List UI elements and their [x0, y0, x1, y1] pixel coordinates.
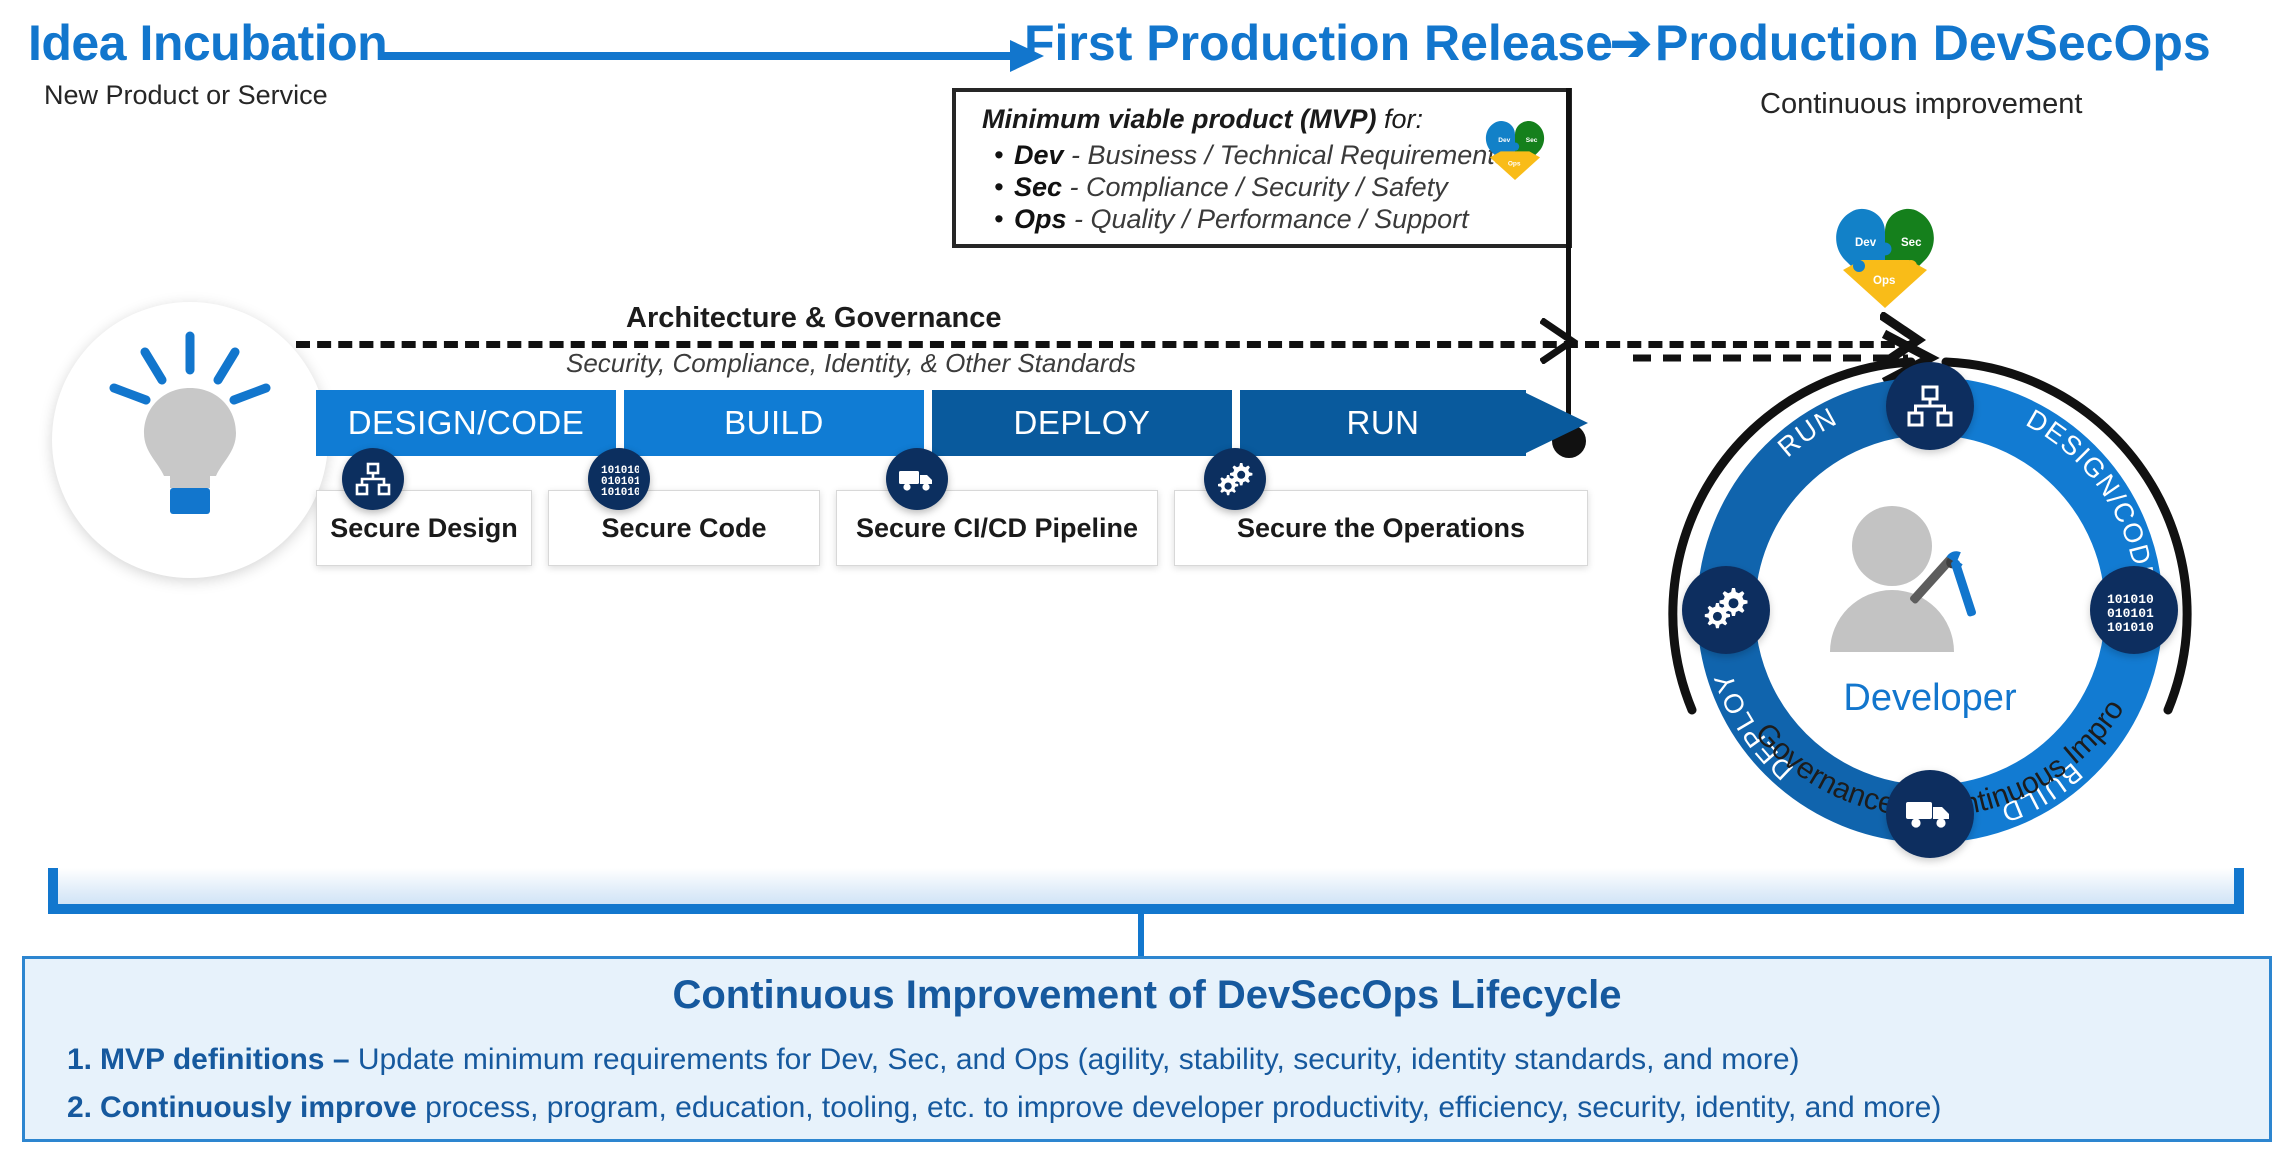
- wheel-binary-code-icon: 101010 010101 101010: [2107, 592, 2154, 635]
- svg-text:101010: 101010: [2107, 620, 2154, 635]
- secure-design-box[interactable]: Secure Design: [316, 490, 532, 566]
- header-arrow-glyph-icon: ➔: [1610, 15, 1652, 71]
- page-title-idea-incubation: Idea Incubation: [28, 15, 388, 71]
- bracket-right-cap: [2234, 868, 2244, 914]
- pipeline-arrow-tip-icon: [1520, 390, 1588, 456]
- svg-text:Sec: Sec: [1526, 137, 1538, 144]
- bracket-base-line: [48, 904, 2244, 914]
- page-title-first-production-release: First Production Release: [1024, 15, 1614, 71]
- panel-list-item: 2. Continuously improve process, program,…: [67, 1091, 1941, 1125]
- bullet-icon: •: [994, 204, 1004, 234]
- devsecops-heart-puzzle-icon: Dev Sec Ops: [1824, 204, 1946, 308]
- svg-text:010101: 010101: [2107, 606, 2154, 621]
- pipeline-stage-deploy[interactable]: DEPLOY: [932, 390, 1232, 456]
- mvp-list-item: • Dev - Business / Technical Requirements: [994, 140, 1508, 171]
- mvp-list-item: • Ops - Quality / Performance / Support: [994, 204, 1469, 235]
- bracket-connector-stem: [1138, 914, 1144, 958]
- heart-dev-label: Dev: [1855, 237, 1877, 249]
- page-title-production-devsecops: Production DevSecOps: [1655, 15, 2211, 71]
- heart-sec-label: Sec: [1901, 237, 1922, 249]
- secure-code-box[interactable]: Secure Code: [548, 490, 820, 566]
- list-number: 2.: [67, 1091, 93, 1124]
- delivery-truck-icon: [886, 448, 948, 510]
- pipeline-stage-bar: DESIGN/CODE BUILD DEPLOY RUN: [316, 390, 1588, 456]
- bullet-icon: •: [994, 140, 1004, 170]
- subtitle-continuous-improvement: Continuous improvement: [1760, 88, 2083, 120]
- subtitle-new-product-or-service: New Product or Service: [44, 80, 328, 110]
- list-number: 1.: [67, 1043, 93, 1076]
- mvp-item-term: Sec: [1014, 172, 1063, 202]
- devsecops-heart-puzzle-icon-small: Dev Sec Ops: [1478, 118, 1552, 180]
- svg-text:101010: 101010: [601, 487, 639, 496]
- mvp-item-desc: - Business / Technical Requirements: [1063, 140, 1509, 170]
- gears-icon: [1204, 448, 1266, 510]
- sitemap-icon: [342, 448, 404, 510]
- continuous-improvement-panel: Continuous Improvement of DevSecOps Life…: [22, 956, 2272, 1142]
- bullet-icon: •: [994, 172, 1004, 202]
- svg-text:Ops: Ops: [1508, 161, 1521, 168]
- governance-title: Architecture & Governance: [626, 302, 1002, 334]
- header-arrow-line: [384, 52, 1018, 60]
- mvp-item-desc: - Compliance / Security / Safety: [1062, 172, 1448, 202]
- governance-arrow-head-icon: [1539, 317, 1584, 365]
- mvp-title: Minimum viable product (MVP) for:: [982, 104, 1423, 135]
- panel-title: Continuous Improvement of DevSecOps Life…: [672, 973, 1622, 1017]
- summary-bracket: [48, 868, 2244, 914]
- binary-code-icon: 101010 010101 101010: [588, 448, 650, 510]
- mvp-item-term: Ops: [1014, 204, 1067, 234]
- lightbulb-icon: [100, 330, 280, 520]
- list-item-bold: Continuously improve: [100, 1091, 426, 1124]
- list-item-bold: MVP definitions –: [100, 1043, 358, 1076]
- mvp-item-term: Dev: [1014, 140, 1064, 170]
- mvp-list-item: • Sec - Compliance / Security / Safety: [994, 172, 1448, 203]
- svg-text:101010: 101010: [2107, 592, 2154, 607]
- svg-text:Dev: Dev: [1498, 137, 1510, 144]
- mvp-item-desc: - Quality / Performance / Support: [1066, 204, 1469, 234]
- mvp-title-bold: Minimum viable product (MVP): [982, 104, 1377, 134]
- wheel-center-label: Developer: [1843, 677, 2017, 719]
- list-item-text: Update minimum requirements for Dev, Sec…: [357, 1043, 1800, 1076]
- list-item-text: process, program, education, tooling, et…: [425, 1091, 1942, 1124]
- bracket-left-cap: [48, 868, 58, 914]
- secure-cicd-pipeline-box[interactable]: Secure CI/CD Pipeline: [836, 490, 1158, 566]
- pipeline-stage-design-code[interactable]: DESIGN/CODE: [316, 390, 616, 456]
- pipeline-stage-run[interactable]: RUN: [1240, 390, 1526, 456]
- governance-subtitle: Security, Compliance, Identity, & Other …: [566, 348, 1136, 378]
- mvp-connector-line: [1566, 88, 1571, 434]
- panel-list-item: 1. MVP definitions – Update minimum requi…: [67, 1043, 1800, 1077]
- mvp-title-rest: for:: [1376, 104, 1424, 134]
- pipeline-stage-build[interactable]: BUILD: [624, 390, 924, 456]
- devsecops-lifecycle-wheel: DESIGN/CODE BUILD DEPLOY RUN Governance …: [1618, 284, 2230, 910]
- heart-ops-label: Ops: [1873, 275, 1895, 287]
- bracket-bar: [48, 868, 2244, 906]
